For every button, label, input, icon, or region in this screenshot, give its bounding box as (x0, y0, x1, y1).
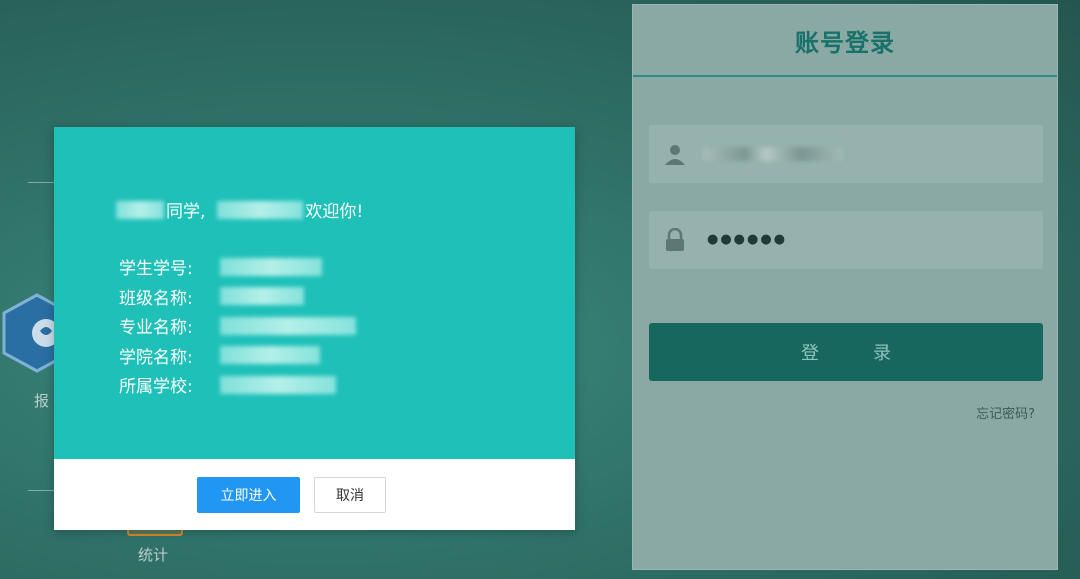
info-value-redacted (220, 257, 322, 276)
greeting-end: 欢迎你! (305, 202, 364, 222)
divider-line (28, 182, 56, 183)
password-value: ●●●●●● (707, 232, 788, 247)
info-value-redacted (220, 375, 336, 394)
info-label: 学生学号: (119, 259, 193, 280)
forgot-password-link[interactable]: 忘记密码? (976, 403, 1035, 422)
info-label: 班级名称: (119, 288, 193, 309)
info-row-class: 班级名称: (119, 282, 356, 312)
username-field[interactable] (649, 125, 1043, 183)
statistics-label: 统计 (138, 546, 169, 564)
info-row-college: 学院名称: (119, 341, 356, 371)
info-row-student-id: 学生学号: (119, 252, 356, 282)
greeting-middle: 同学, (166, 202, 206, 222)
modal-footer: 立即进入 取消 (54, 459, 575, 530)
divider-line (28, 490, 56, 491)
login-panel: 账号登录 ●●●●●● 登 录 忘记密码? (632, 4, 1058, 570)
student-info-list: 学生学号: 班级名称: 专业名称: 学院名称: 所属学校: (119, 252, 356, 400)
report-label: 报 (34, 392, 50, 410)
info-label: 学院名称: (119, 347, 193, 368)
login-button[interactable]: 登 录 (649, 323, 1043, 381)
login-title: 账号登录 (795, 28, 895, 57)
info-value-redacted (220, 287, 304, 306)
school-name-redacted (217, 200, 304, 219)
greeting-text: 同学, 欢迎你! (116, 197, 363, 222)
enter-now-button[interactable]: 立即进入 (197, 476, 300, 513)
info-row-school: 所属学校: (119, 370, 356, 400)
lock-icon (663, 227, 687, 252)
login-header: 账号登录 (633, 5, 1057, 77)
info-row-major: 专业名称: (119, 311, 356, 341)
password-field[interactable]: ●●●●●● (649, 211, 1043, 269)
modal-body: 同学, 欢迎你! 学生学号: 班级名称: 专业名称: 学院名称: 所属学校: (54, 127, 575, 459)
welcome-modal: 同学, 欢迎你! 学生学号: 班级名称: 专业名称: 学院名称: 所属学校: 立… (54, 127, 575, 530)
info-value-redacted (220, 316, 356, 335)
username-value-redacted (703, 147, 843, 161)
info-label: 所属学校: (119, 377, 193, 398)
cancel-button[interactable]: 取消 (314, 476, 386, 513)
user-icon (663, 142, 687, 166)
student-name-redacted (116, 200, 164, 219)
info-value-redacted (220, 346, 320, 365)
info-label: 专业名称: (119, 318, 193, 339)
